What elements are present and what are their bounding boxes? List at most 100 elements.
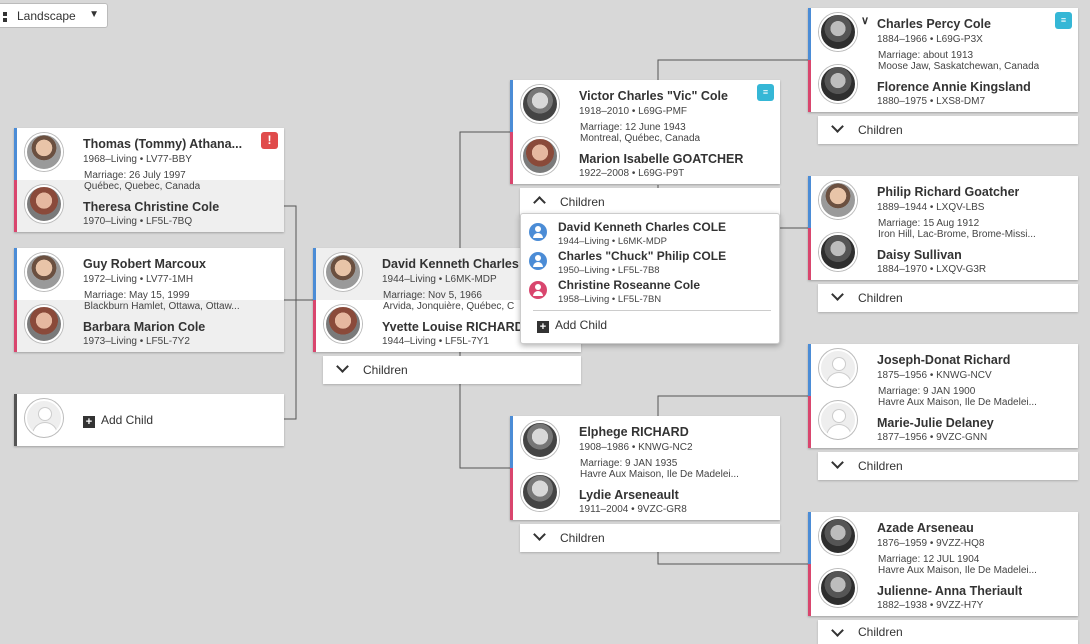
children-toggle-gp-1[interactable]: Children [818, 116, 1078, 144]
marriage-info: Marriage: 9 JAN 1900 Havre Aux Maison, I… [878, 386, 1068, 408]
avatar[interactable] [25, 133, 63, 171]
marriage-info: Marriage: 12 June 1943 Montreal, Québec,… [580, 122, 700, 144]
person-dates: 1970–Living • LF5L-7BQ [83, 216, 193, 227]
avatar[interactable] [819, 569, 857, 607]
marriage-place: Blackburn Hamlet, Ottawa, Ottaw... [84, 301, 240, 312]
avatar[interactable] [324, 253, 362, 291]
empty-person-icon[interactable] [819, 349, 857, 387]
popup-child-2[interactable]: Charles "Chuck" Philip COLE 1950–Living … [529, 249, 771, 278]
person-dates: 1884–1970 • LXQV-G3R [877, 264, 987, 275]
person-name[interactable]: Marion Isabelle GOATCHER [579, 152, 743, 166]
marriage-date: Marriage: 26 July 1997 [84, 170, 186, 181]
family-card-gp-2: Philip Richard Goatcher 1889–1944 • LXQV… [808, 176, 1078, 280]
children-toggle-mother-parents[interactable]: Children [520, 524, 780, 552]
chevron-up-icon [534, 194, 544, 204]
expand-chevron-icon[interactable]: ∨ [861, 14, 869, 27]
person-dates: 1889–1944 • LXQV-LBS [877, 202, 985, 213]
children-label: Children [858, 123, 903, 137]
avatar[interactable] [25, 185, 63, 223]
add-child-label: Add Child [555, 318, 608, 332]
person-name[interactable]: Joseph-Donat Richard [877, 353, 1010, 367]
child-name[interactable]: Charles "Chuck" Philip COLE [558, 249, 726, 263]
avatar[interactable] [25, 305, 63, 343]
person-name[interactable]: Thomas (Tommy) Athana... [83, 137, 263, 151]
person-name[interactable]: Barbara Marion Cole [83, 320, 205, 334]
add-child-button[interactable]: + Add Child [83, 413, 153, 428]
avatar[interactable] [819, 65, 857, 103]
plus-icon: + [83, 416, 95, 428]
chevron-down-icon [337, 362, 347, 372]
avatar[interactable] [819, 517, 857, 555]
person-name[interactable]: Daisy Sullivan [877, 248, 962, 262]
person-name[interactable]: Elphege RICHARD [579, 425, 689, 439]
male-person-icon [529, 252, 547, 270]
child-name[interactable]: Christine Roseanne Cole [558, 278, 700, 292]
child-dates: 1950–Living • LF5L-7B8 [558, 265, 660, 276]
person-name[interactable]: Lydie Arseneault [579, 488, 679, 502]
tree-layout-icon [3, 10, 13, 22]
family-card-mother-parents: Elphege RICHARD 1908–1986 • KNWG-NC2 Mar… [510, 416, 780, 520]
person-name[interactable]: Julienne- Anna Theriault [877, 584, 1022, 598]
avatar[interactable] [819, 233, 857, 271]
family-card-gp-3: Joseph-Donat Richard 1875–1956 • KNWG-NC… [808, 344, 1078, 448]
children-toggle-father-parents[interactable]: Children [520, 188, 780, 216]
popup-child-1[interactable]: David Kenneth Charles COLE 1944–Living •… [529, 220, 771, 249]
chevron-down-icon [832, 122, 842, 132]
record-hint-icon[interactable]: ≡ [1055, 12, 1072, 29]
person-dates: 1882–1938 • 9VZZ-H7Y [877, 600, 984, 611]
children-toggle-focus[interactable]: Children [323, 356, 581, 384]
person-name[interactable]: Azade Arseneau [877, 521, 974, 535]
marriage-date: Marriage: about 1913 [878, 50, 974, 61]
marriage-date: Marriage: 9 JAN 1900 [878, 386, 976, 397]
person-dates: 1944–Living • LF5L-7Y1 [382, 336, 489, 347]
marriage-date: Marriage: 9 JAN 1935 [580, 458, 678, 469]
avatar[interactable] [819, 181, 857, 219]
add-child-label: Add Child [101, 413, 154, 427]
popup-add-child-button[interactable]: + Add Child [537, 318, 607, 333]
marriage-info: Marriage: 12 JUL 1904 Havre Aux Maison, … [878, 554, 1068, 576]
person-name[interactable]: Theresa Christine Cole [83, 200, 219, 214]
view-mode-select[interactable]: Landscape ▼ [0, 3, 108, 28]
person-dates: 1876–1959 • 9VZZ-HQ8 [877, 538, 985, 549]
family-card-child-couple-2: Guy Robert Marcoux 1972–Living • LV77-1M… [14, 248, 284, 352]
marriage-place: Québec, Quebec, Canada [84, 181, 201, 192]
person-dates: 1911–2004 • 9VZC-GR8 [579, 504, 687, 515]
avatar[interactable] [819, 13, 857, 51]
children-toggle-gp-2[interactable]: Children [818, 284, 1078, 312]
empty-person-icon [25, 399, 63, 437]
avatar[interactable] [521, 421, 559, 459]
person-name[interactable]: Victor Charles "Vic" Cole [579, 89, 728, 103]
avatar[interactable] [25, 253, 63, 291]
avatar[interactable] [324, 305, 362, 343]
person-name[interactable]: Charles Percy Cole [877, 17, 991, 31]
empty-person-icon[interactable] [819, 401, 857, 439]
person-dates: 1918–2010 • L69G-PMF [579, 106, 688, 117]
avatar[interactable] [521, 85, 559, 123]
marriage-info: Marriage: 15 Aug 1912 Iron Hill, Lac-Bro… [878, 218, 1068, 240]
children-label: Children [858, 625, 903, 639]
children-toggle-gp-4[interactable]: Children [818, 620, 1078, 644]
children-label: Children [858, 459, 903, 473]
avatar[interactable] [521, 137, 559, 175]
alert-icon[interactable]: ! [261, 132, 278, 149]
marriage-info: Marriage: about 1913 Moose Jaw, Saskatch… [878, 50, 1039, 72]
children-popup: David Kenneth Charles COLE 1944–Living •… [520, 213, 780, 344]
children-label: Children [858, 291, 903, 305]
record-hint-icon[interactable]: ≡ [757, 84, 774, 101]
family-card-father-parents: Victor Charles "Vic" Cole 1918–2010 • L6… [510, 80, 780, 184]
add-child-card[interactable]: + Add Child [14, 394, 284, 446]
popup-child-3[interactable]: Christine Roseanne Cole 1958–Living • LF… [529, 278, 771, 307]
person-name[interactable]: Florence Annie Kingsland [877, 80, 1031, 94]
person-dates: 1877–1956 • 9VZC-GNN [877, 432, 988, 443]
person-dates: 1908–1986 • KNWG-NC2 [579, 442, 693, 453]
marriage-place: Iron Hill, Lac-Brome, Brome-Missi... [878, 229, 1036, 240]
avatar[interactable] [521, 473, 559, 511]
person-name[interactable]: Philip Richard Goatcher [877, 185, 1019, 199]
person-dates: 1922–2008 • L69G-P9T [579, 168, 685, 179]
marriage-info: Marriage: 26 July 1997 Québec, Quebec, C… [84, 170, 200, 192]
child-name[interactable]: David Kenneth Charles COLE [558, 220, 726, 234]
person-dates: 1973–Living • LF5L-7Y2 [83, 336, 190, 347]
person-name[interactable]: Marie-Julie Delaney [877, 416, 994, 430]
person-name[interactable]: Guy Robert Marcoux [83, 257, 206, 271]
children-toggle-gp-3[interactable]: Children [818, 452, 1078, 480]
